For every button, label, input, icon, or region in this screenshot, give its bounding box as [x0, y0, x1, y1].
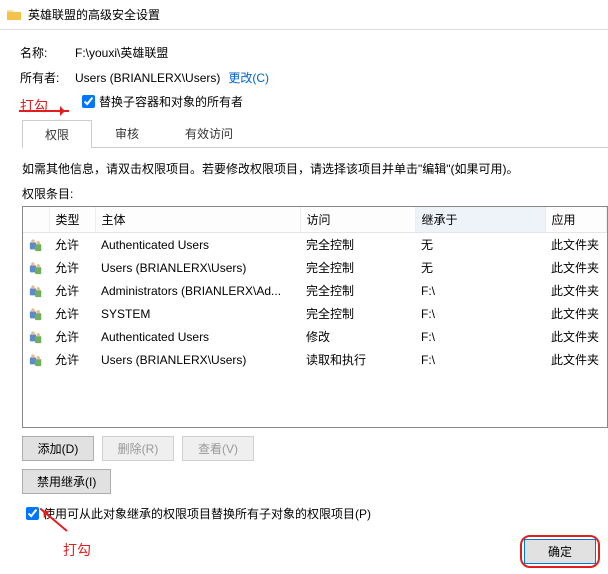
cell-applies: 此文件夹	[545, 233, 607, 257]
tabstrip: 权限 审核 有效访问	[22, 119, 608, 148]
cell-principal: Authenticated Users	[95, 233, 300, 257]
cell-type: 允许	[49, 279, 95, 302]
col-type-header[interactable]: 类型	[49, 207, 95, 233]
table-row[interactable]: 允许Authenticated Users完全控制无此文件夹	[23, 233, 607, 257]
cell-applies: 此文件夹	[545, 302, 607, 325]
cell-applies: 此文件夹	[545, 256, 607, 279]
cell-access: 读取和执行	[300, 348, 415, 371]
remove-button[interactable]: 删除(R)	[102, 436, 174, 461]
title-bar: 英雄联盟的高级安全设置	[0, 0, 608, 30]
cell-principal: Users (BRIANLERX\Users)	[95, 256, 300, 279]
col-inherited-header[interactable]: 继承于	[415, 207, 545, 233]
users-icon	[29, 261, 43, 275]
cell-type: 允许	[49, 325, 95, 348]
owner-value: Users (BRIANLERX\Users)	[75, 71, 220, 85]
cell-applies: 此文件夹	[545, 325, 607, 348]
view-button[interactable]: 查看(V)	[182, 436, 254, 461]
cell-access: 完全控制	[300, 256, 415, 279]
replace-owner-row: 替换子容器和对象的所有者	[78, 92, 608, 111]
table-row[interactable]: 允许Administrators (BRIANLERX\Ad...完全控制F:\…	[23, 279, 607, 302]
owner-row: 所有者: Users (BRIANLERX\Users) 更改(C)	[20, 65, 608, 90]
window-title: 英雄联盟的高级安全设置	[28, 6, 160, 23]
cell-type: 允许	[49, 348, 95, 371]
annotation-tick-2-label: 打勾	[63, 540, 91, 560]
name-value: F:\youxi\英雄联盟	[75, 44, 168, 61]
folder-icon	[6, 7, 22, 23]
cell-inherited: 无	[415, 233, 545, 257]
table-row[interactable]: 允许Authenticated Users修改F:\此文件夹	[23, 325, 607, 348]
annotation-arrow-1	[19, 110, 69, 112]
cell-principal: Administrators (BRIANLERX\Ad...	[95, 279, 300, 302]
name-row: 名称: F:\youxi\英雄联盟	[20, 40, 608, 65]
replace-owner-label: 替换子容器和对象的所有者	[99, 93, 243, 110]
users-icon	[29, 330, 43, 344]
change-owner-link[interactable]: 更改(C)	[228, 69, 269, 86]
cell-access: 完全控制	[300, 233, 415, 257]
name-label: 名称:	[20, 44, 75, 61]
disable-inheritance-button[interactable]: 禁用继承(I)	[22, 469, 111, 494]
col-access-header[interactable]: 访问	[300, 207, 415, 233]
users-icon	[29, 284, 43, 298]
table-row[interactable]: 允许Users (BRIANLERX\Users)完全控制无此文件夹	[23, 256, 607, 279]
replace-child-label: 使用可从此对象继承的权限项目替换所有子对象的权限项目(P)	[43, 505, 371, 522]
cell-type: 允许	[49, 302, 95, 325]
permission-entries-table: 类型 主体 访问 继承于 应用 允许Authenticated Users完全控…	[22, 206, 608, 428]
cell-inherited: 无	[415, 256, 545, 279]
cell-inherited: F:\	[415, 279, 545, 302]
users-icon	[29, 307, 43, 321]
table-row[interactable]: 允许SYSTEM完全控制F:\此文件夹	[23, 302, 607, 325]
cell-access: 修改	[300, 325, 415, 348]
owner-label: 所有者:	[20, 69, 75, 86]
col-icon-header[interactable]	[23, 207, 49, 233]
cell-inherited: F:\	[415, 325, 545, 348]
replace-child-row: 使用可从此对象继承的权限项目替换所有子对象的权限项目(P)	[22, 504, 608, 523]
ok-button[interactable]: 确定	[524, 539, 596, 564]
cell-type: 允许	[49, 256, 95, 279]
col-principal-header[interactable]: 主体	[95, 207, 300, 233]
entry-buttons-row: 添加(D) 删除(R) 查看(V)	[22, 436, 608, 461]
users-icon	[29, 238, 43, 252]
cell-type: 允许	[49, 233, 95, 257]
cell-access: 完全控制	[300, 302, 415, 325]
cell-principal: SYSTEM	[95, 302, 300, 325]
entries-label: 权限条目:	[22, 185, 608, 202]
tab-auditing[interactable]: 审核	[92, 119, 162, 147]
tab-permissions[interactable]: 权限	[22, 120, 92, 148]
table-row[interactable]: 允许Users (BRIANLERX\Users)读取和执行F:\此文件夹	[23, 348, 607, 371]
cell-access: 完全控制	[300, 279, 415, 302]
annotation-ok-outline: 确定	[520, 535, 600, 568]
col-applies-header[interactable]: 应用	[545, 207, 607, 233]
tab-panel-permissions: 如需其他信息，请双击权限项目。若要修改权限项目，请选择该项目并单击"编辑"(如果…	[0, 148, 608, 523]
cell-principal: Authenticated Users	[95, 325, 300, 348]
annotation-tick-1-label: 打勾	[20, 96, 48, 116]
cell-inherited: F:\	[415, 348, 545, 371]
cell-principal: Users (BRIANLERX\Users)	[95, 348, 300, 371]
tab-effective-access[interactable]: 有效访问	[162, 119, 256, 147]
inherit-button-row: 禁用继承(I)	[22, 469, 608, 494]
cell-inherited: F:\	[415, 302, 545, 325]
cell-applies: 此文件夹	[545, 279, 607, 302]
instructions-text: 如需其他信息，请双击权限项目。若要修改权限项目，请选择该项目并单击"编辑"(如果…	[22, 160, 608, 177]
add-button[interactable]: 添加(D)	[22, 436, 94, 461]
users-icon	[29, 353, 43, 367]
replace-owner-checkbox[interactable]	[82, 95, 95, 108]
cell-applies: 此文件夹	[545, 348, 607, 371]
dialog-ok-row: 确定	[520, 535, 600, 568]
